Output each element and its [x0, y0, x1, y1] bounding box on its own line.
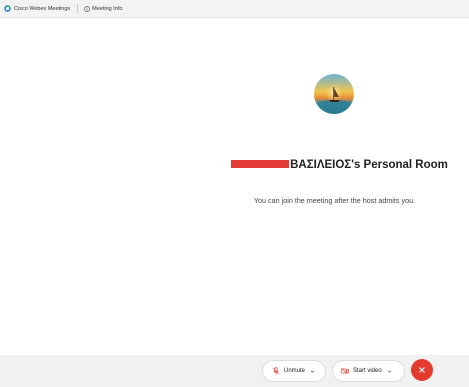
app-title-text: Cisco Webex Meetings [14, 5, 71, 12]
microphone-muted-icon [272, 367, 280, 375]
info-icon [84, 5, 91, 12]
join-message: You can join the meeting after the host … [253, 196, 416, 205]
video-off-icon [341, 367, 349, 375]
divider [77, 4, 79, 13]
leave-button[interactable] [411, 359, 433, 381]
chevron-down-icon[interactable] [387, 369, 392, 374]
app-title: Cisco Webex Meetings [0, 0, 70, 18]
redacted-name [231, 160, 290, 168]
room-title-suffix: 's Personal Room [351, 159, 448, 171]
unmute-button[interactable]: Unmute [262, 360, 326, 382]
close-icon [418, 366, 426, 374]
unmute-label: Unmute [284, 368, 306, 374]
start-video-label: Start video [353, 368, 382, 374]
meeting-controls-bar: Unmute Start video [0, 355, 469, 387]
room-title: ΒΑΣΙΛΕΙΟΣ's Personal Room [210, 159, 469, 171]
host-avatar [314, 74, 354, 114]
host-name: ΒΑΣΙΛΕΙΟΣ [290, 159, 352, 171]
start-video-button[interactable]: Start video [332, 360, 405, 382]
chevron-down-icon[interactable] [310, 369, 315, 374]
meeting-info-label: Meeting Info [92, 5, 123, 12]
webex-logo-icon [4, 5, 11, 12]
title-bar: Cisco Webex Meetings Meeting Info [0, 0, 469, 18]
meeting-info-button[interactable]: Meeting Info [84, 0, 122, 18]
